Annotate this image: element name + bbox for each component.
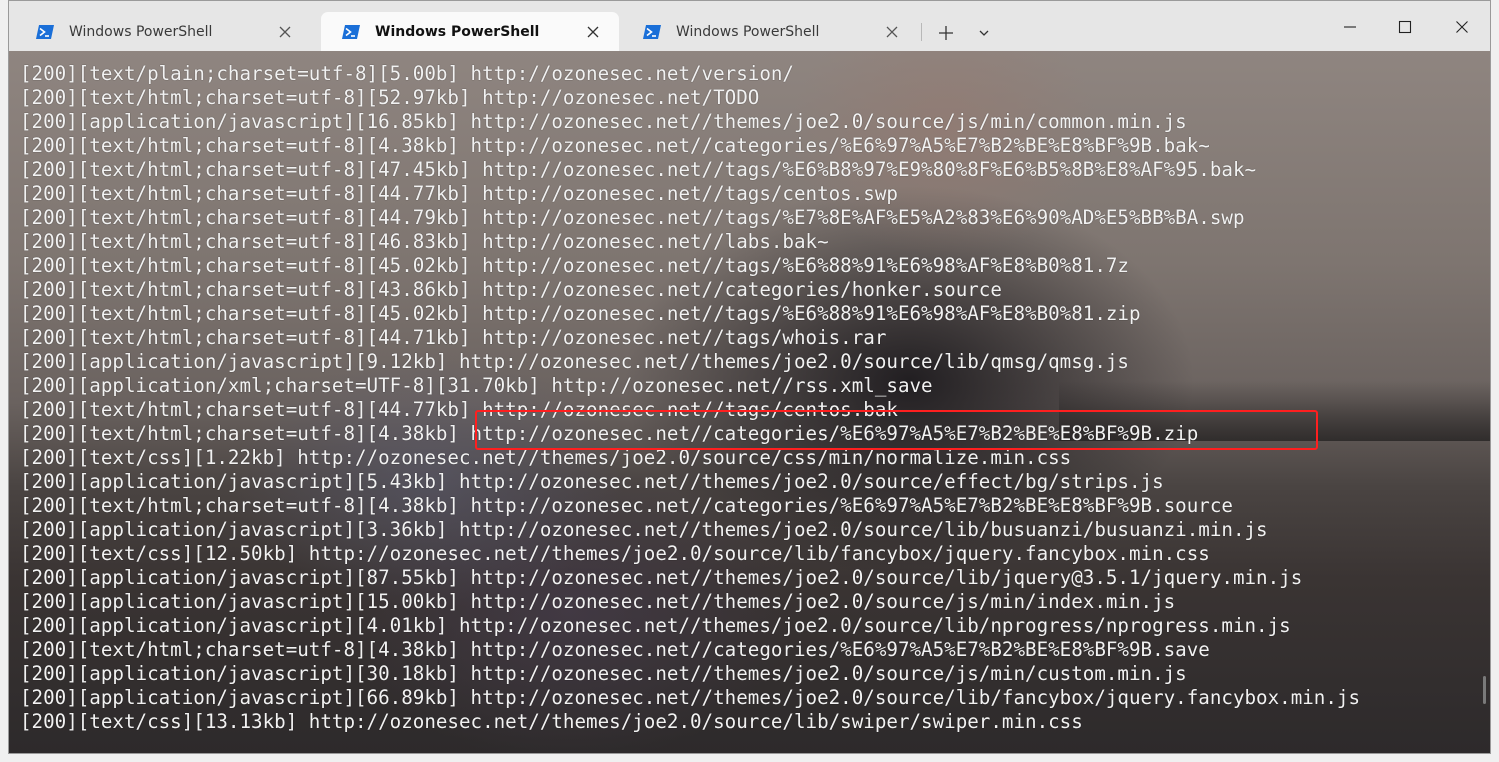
plus-icon (939, 26, 953, 40)
tab-powershell-1[interactable]: Windows PowerShell (15, 12, 311, 51)
maximize-button[interactable] (1382, 7, 1428, 47)
close-icon[interactable] (277, 24, 293, 40)
tab-label: Windows PowerShell (69, 23, 213, 40)
terminal-line: [200][application/javascript][87.55kb] h… (20, 566, 1303, 589)
terminal-line: [200][text/html;charset=utf-8][4.38kb] h… (20, 422, 1199, 445)
terminal-line: [200][text/html;charset=utf-8][45.02kb] … (20, 302, 1141, 325)
terminal-line: [200][text/html;charset=utf-8][52.97kb] … (20, 86, 760, 109)
terminal-line: [200][application/javascript][9.12kb] ht… (20, 350, 1129, 373)
scrollbar-thumb[interactable] (1483, 676, 1486, 704)
new-tab-button[interactable] (929, 19, 963, 47)
terminal-line: [200][text/css][12.50kb] http://ozonesec… (20, 542, 1210, 565)
terminal-line: [200][text/html;charset=utf-8][4.38kb] h… (20, 494, 1233, 517)
powershell-icon (643, 24, 661, 39)
terminal-line: [200][application/javascript][5.43kb] ht… (20, 470, 1164, 493)
tab-powershell-2[interactable]: Windows PowerShell (321, 12, 619, 51)
chevron-down-icon (979, 30, 989, 36)
terminal-line: [200][application/xml;charset=UTF-8][31.… (20, 374, 933, 397)
maximize-icon (1398, 20, 1412, 34)
terminal-lines: [200][text/plain;charset=utf-8][5.00b] h… (20, 62, 1360, 734)
terminal-line: [200][text/html;charset=utf-8][44.79kb] … (20, 206, 1245, 229)
terminal-line: [200][text/html;charset=utf-8][44.77kb] … (20, 182, 898, 205)
terminal-line: [200][text/html;charset=utf-8][45.02kb] … (20, 254, 1129, 277)
terminal-window: Windows PowerShell Windows PowerShell Wi… (8, 0, 1491, 754)
terminal-line: [200][text/css][13.13kb] http://ozonesec… (20, 710, 1083, 733)
minimize-icon (1344, 26, 1356, 28)
close-icon[interactable] (884, 24, 900, 40)
powershell-icon (342, 24, 360, 39)
terminal-output-area[interactable]: [200][text/plain;charset=utf-8][5.00b] h… (9, 51, 1490, 753)
tab-label: Windows PowerShell (676, 23, 820, 40)
terminal-line: [200][text/plain;charset=utf-8][5.00b] h… (20, 62, 794, 85)
terminal-line: [200][application/javascript][15.00kb] h… (20, 590, 1176, 613)
tab-bar: Windows PowerShell Windows PowerShell Wi… (9, 1, 1490, 51)
terminal-line: [200][application/javascript][4.01kb] ht… (20, 614, 1291, 637)
minimize-button[interactable] (1327, 7, 1373, 47)
close-icon[interactable] (585, 24, 601, 40)
terminal-line: [200][text/html;charset=utf-8][44.71kb] … (20, 326, 887, 349)
tab-dropdown-button[interactable] (971, 19, 997, 47)
terminal-line: [200][text/html;charset=utf-8][47.45kb] … (20, 158, 1257, 181)
terminal-line: [200][text/html;charset=utf-8][43.86kb] … (20, 278, 1002, 301)
terminal-line: [200][text/html;charset=utf-8][46.83kb] … (20, 230, 829, 253)
terminal-line: [200][application/javascript][16.85kb] h… (20, 110, 1187, 133)
close-window-button[interactable] (1439, 7, 1485, 47)
close-icon (1456, 21, 1468, 33)
terminal-line: [200][text/html;charset=utf-8][44.77kb] … (20, 398, 898, 421)
terminal-line: [200][application/javascript][66.89kb] h… (20, 686, 1361, 709)
tab-label: Windows PowerShell (375, 23, 540, 40)
terminal-line: [200][text/html;charset=utf-8][4.38kb] h… (20, 134, 1210, 157)
terminal-line: [200][text/html;charset=utf-8][4.38kb] h… (20, 638, 1210, 661)
powershell-icon (36, 24, 54, 39)
tab-powershell-3[interactable]: Windows PowerShell (622, 12, 918, 51)
tab-separator (921, 23, 922, 41)
terminal-line: [200][text/css][1.22kb] http://ozonesec.… (20, 446, 1072, 469)
terminal-line: [200][application/javascript][30.18kb] h… (20, 662, 1187, 685)
terminal-line: [200][application/javascript][3.36kb] ht… (20, 518, 1268, 541)
